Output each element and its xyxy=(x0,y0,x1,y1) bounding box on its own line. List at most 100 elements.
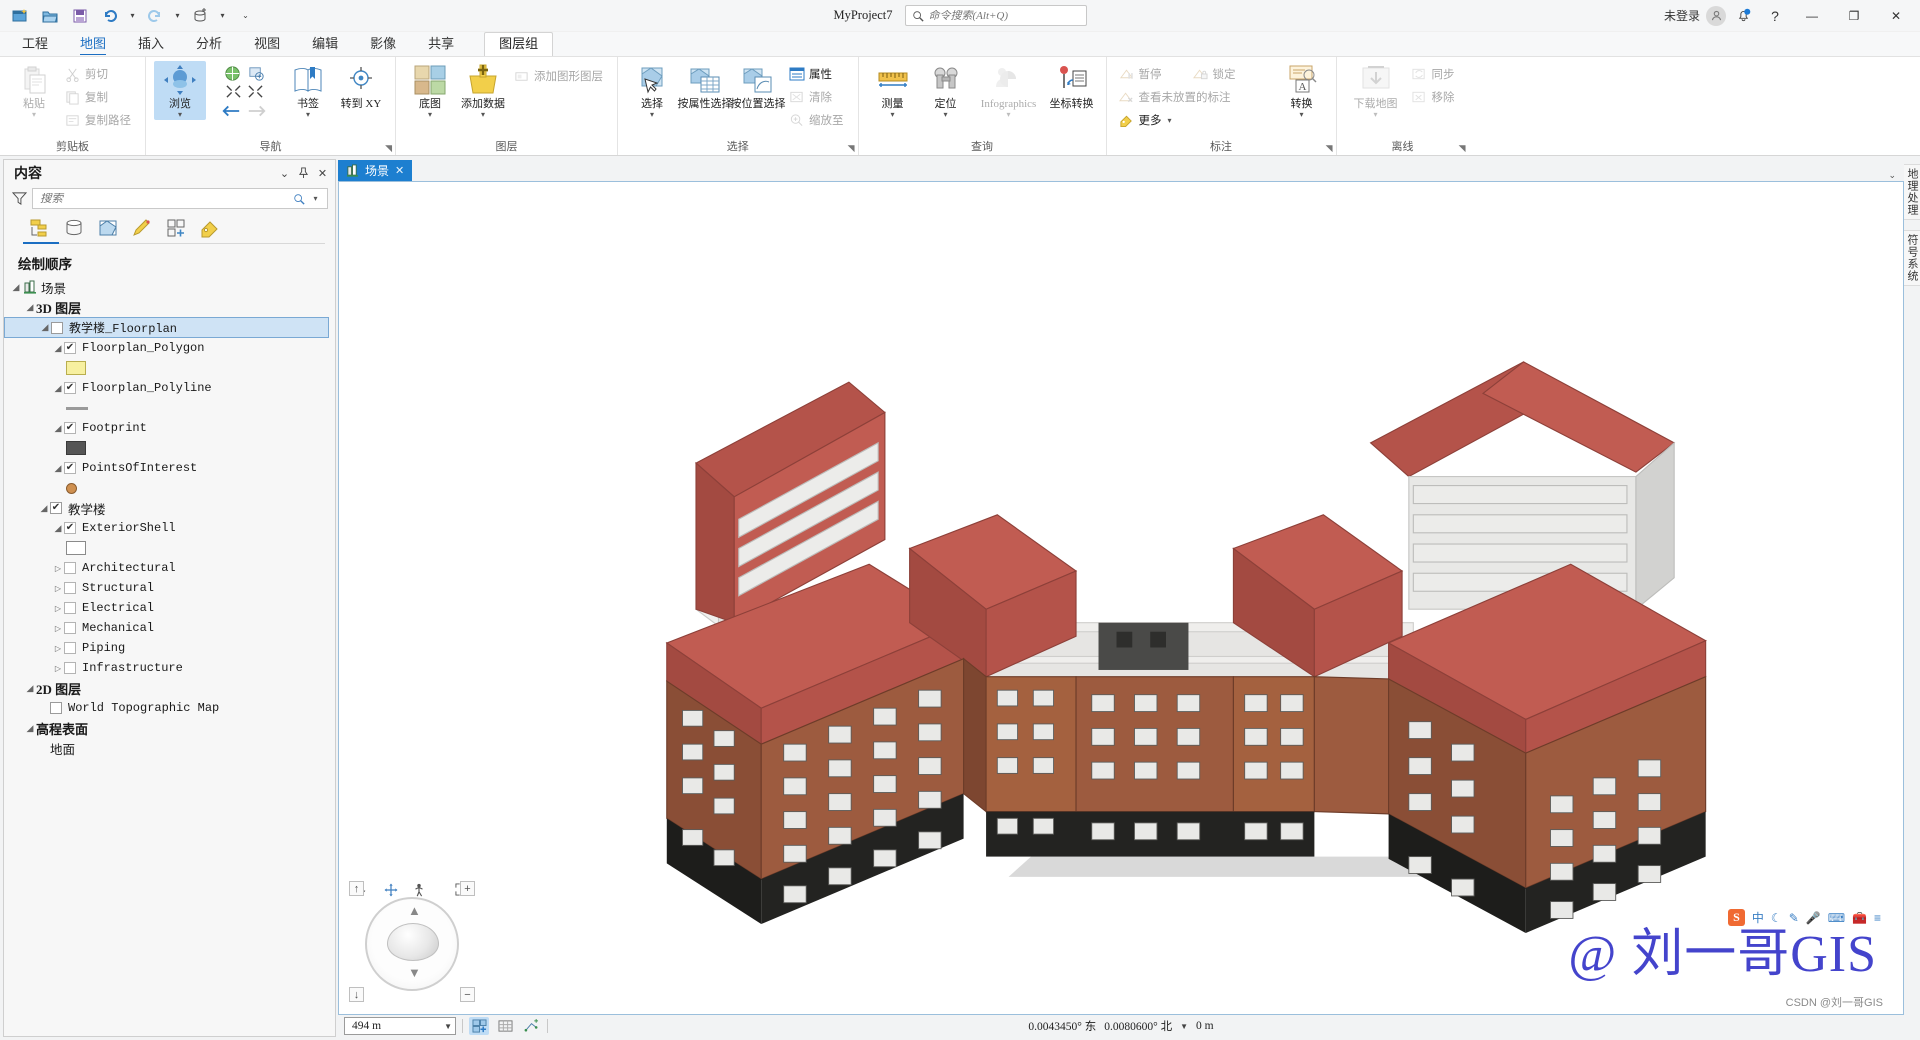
lock-labels-button[interactable]: 锁定 xyxy=(1189,63,1242,85)
expander-icon[interactable] xyxy=(52,564,64,573)
toc-layer-row[interactable]: ExteriorShell xyxy=(4,518,335,538)
navigate-dialog-launcher-icon[interactable]: ◥ xyxy=(385,143,392,154)
expander-icon[interactable] xyxy=(52,523,64,534)
toc-layer-row[interactable]: Structural xyxy=(4,578,335,598)
list-by-drawing-order-icon[interactable] xyxy=(26,216,54,240)
expander-icon[interactable] xyxy=(52,383,64,394)
expander-icon[interactable] xyxy=(52,604,64,613)
tab-edit[interactable]: 编辑 xyxy=(296,33,354,56)
add-graphics-layer-button[interactable]: 添加图形图层 xyxy=(510,65,609,87)
customize-qat-icon[interactable]: ⌄ xyxy=(239,3,252,29)
close-pane-icon[interactable]: ✕ xyxy=(314,164,331,182)
sync-button[interactable]: 同步 xyxy=(1408,63,1461,85)
download-map-dropdown-icon[interactable]: ▾ xyxy=(1373,111,1377,119)
toc-layer-row[interactable]: PointsOfInterest xyxy=(4,458,335,478)
cut-button[interactable]: 剪切 xyxy=(61,63,137,85)
layer-visibility-checkbox[interactable] xyxy=(50,702,62,714)
open-project-icon[interactable] xyxy=(36,3,64,29)
tab-map[interactable]: 地图 xyxy=(64,33,122,56)
avatar[interactable] xyxy=(1706,5,1726,26)
toc-group-row[interactable]: 2D 图层 xyxy=(4,678,335,698)
list-by-editing-icon[interactable] xyxy=(128,216,156,240)
search-icon[interactable] xyxy=(290,190,307,207)
toc-layer-row[interactable]: Floorplan_Polygon xyxy=(4,338,335,358)
expander-icon[interactable] xyxy=(52,664,64,673)
navigator-arrow-down-icon[interactable]: ▼ xyxy=(408,965,421,980)
zoom-in-arrows-icon[interactable] xyxy=(223,83,243,100)
toc-symbol-row[interactable] xyxy=(4,478,335,498)
tab-analysis[interactable]: 分析 xyxy=(180,33,238,56)
select-button[interactable]: 选择 ▾ xyxy=(626,61,678,120)
select-by-location-button[interactable]: 按位置选择 xyxy=(731,61,786,112)
command-search-box[interactable] xyxy=(904,5,1087,26)
scale-dropdown-icon[interactable]: ▼ xyxy=(444,1022,452,1031)
explore-button[interactable]: 浏览 ▾ xyxy=(154,61,206,120)
layer-visibility-checkbox[interactable] xyxy=(50,502,62,514)
navigator-zoom-out-button[interactable]: − xyxy=(460,987,475,1002)
search-options-icon[interactable]: ▾ xyxy=(307,190,324,207)
basemap-button[interactable]: 底图 ▾ xyxy=(404,61,456,120)
layer-visibility-checkbox[interactable] xyxy=(64,382,76,394)
contents-search-input[interactable] xyxy=(40,192,290,205)
add-data-button[interactable]: 添加数据 ▾ xyxy=(457,61,509,120)
toc-group-row[interactable]: 高程表面 xyxy=(4,718,335,738)
paste-dropdown-icon[interactable]: ▾ xyxy=(32,111,36,119)
symbology-tab[interactable]: 符号系统 xyxy=(1902,230,1920,286)
toc-layer-row[interactable]: 教学楼 xyxy=(4,498,335,518)
grid-button[interactable] xyxy=(495,1017,515,1035)
select-dropdown-icon[interactable]: ▾ xyxy=(650,111,654,119)
toc-layer-row[interactable]: Architectural xyxy=(4,558,335,578)
download-map-button[interactable]: 下载地图 ▾ xyxy=(1345,61,1407,120)
help-icon[interactable]: ? xyxy=(1760,3,1790,29)
measure-button[interactable]: 测量 ▾ xyxy=(867,61,919,120)
go-to-xy-button[interactable]: 转到 XY xyxy=(335,61,387,112)
previous-extent-icon[interactable] xyxy=(221,102,241,119)
infographics-dropdown-icon[interactable]: ▾ xyxy=(1006,111,1010,119)
layer-visibility-checkbox[interactable] xyxy=(64,342,76,354)
expander-icon[interactable] xyxy=(24,723,36,734)
paste-button[interactable]: 粘贴 ▾ xyxy=(8,61,60,120)
minimize-button[interactable]: — xyxy=(1792,1,1832,31)
navigator-ball[interactable] xyxy=(387,923,439,961)
tab-share[interactable]: 共享 xyxy=(412,33,470,56)
next-extent-icon[interactable] xyxy=(247,102,267,119)
offline-dialog-launcher-icon[interactable]: ◥ xyxy=(1459,143,1466,154)
bookmarks-button[interactable]: 书签 ▾ xyxy=(282,61,334,120)
coordinate-format-dropdown-icon[interactable]: ▼ xyxy=(1180,1022,1188,1031)
filter-icon[interactable] xyxy=(12,191,27,206)
expander-icon[interactable] xyxy=(39,322,51,333)
list-by-selection-icon[interactable] xyxy=(94,216,122,240)
list-by-data-source-icon[interactable] xyxy=(60,216,88,240)
selected-features-button[interactable] xyxy=(469,1017,489,1035)
toc-symbol-row[interactable] xyxy=(4,538,335,558)
close-scene-tab-icon[interactable]: ✕ xyxy=(395,164,404,177)
locate-button[interactable]: 定位 ▾ xyxy=(920,61,972,120)
labeling-dialog-launcher-icon[interactable]: ◥ xyxy=(1326,143,1333,154)
zoom-to-selection-button[interactable]: 缩放至 xyxy=(785,109,850,131)
locate-dropdown-icon[interactable]: ▾ xyxy=(943,111,947,119)
list-by-labeling-icon[interactable] xyxy=(196,216,224,240)
expander-icon[interactable] xyxy=(52,463,64,474)
copy-path-button[interactable]: 复制路径 xyxy=(61,109,137,131)
toc-layer-row[interactable]: Mechanical xyxy=(4,618,335,638)
expander-icon[interactable] xyxy=(38,503,50,514)
toc-layer-row[interactable]: World Topographic Map xyxy=(4,698,335,718)
bookmarks-dropdown-icon[interactable]: ▾ xyxy=(306,111,310,119)
toc-layer-row[interactable]: Footprint xyxy=(4,418,335,438)
toc-layer-row[interactable]: Infrastructure xyxy=(4,658,335,678)
tab-project[interactable]: 工程 xyxy=(6,33,64,56)
measure-dropdown-icon[interactable]: ▾ xyxy=(890,111,894,119)
contents-menu-icon[interactable]: ⌄ xyxy=(276,164,293,182)
infographics-button[interactable]: Infographics ▾ xyxy=(973,61,1045,120)
navigator-up-button[interactable]: ↑ xyxy=(349,881,364,896)
layer-visibility-checkbox[interactable] xyxy=(64,522,76,534)
toc-layer-row[interactable]: Electrical xyxy=(4,598,335,618)
tab-view[interactable]: 视图 xyxy=(238,33,296,56)
navigator-zoom-in-button[interactable]: + xyxy=(460,881,475,896)
scale-selector[interactable]: 494 m ▼ xyxy=(344,1017,456,1035)
remove-offline-button[interactable]: 移除 xyxy=(1408,86,1461,108)
expander-icon[interactable] xyxy=(52,624,64,633)
basemap-dropdown-icon[interactable]: ▾ xyxy=(428,111,432,119)
toc-group-row[interactable]: 3D 图层 xyxy=(4,297,335,317)
sign-in-status[interactable]: 未登录 xyxy=(1664,7,1700,24)
